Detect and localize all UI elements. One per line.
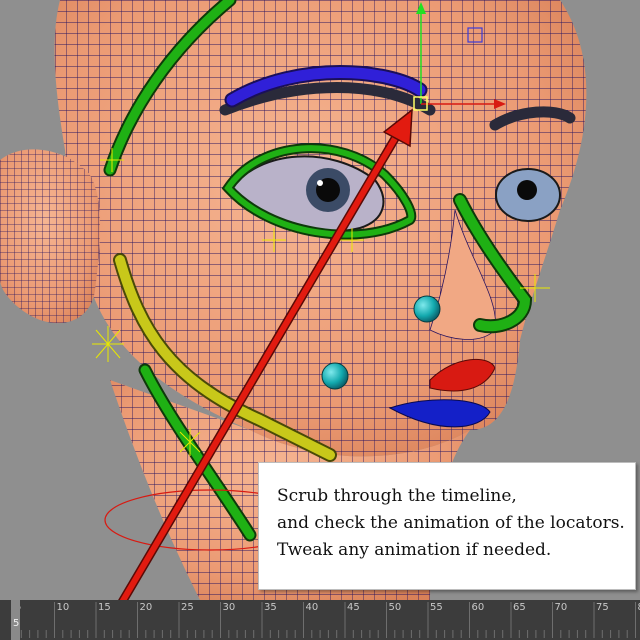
- timeline-tick-label: 50: [388, 602, 402, 613]
- timeline-tick-label: 45: [347, 602, 360, 613]
- timeline-tick-label: 35: [264, 602, 277, 613]
- timeline-tick-label: 30: [222, 602, 236, 613]
- timeline-tick-label: 70: [554, 602, 568, 613]
- timeline-tick-label: 60: [471, 602, 485, 613]
- instruction-line-3: Tweak any animation if needed.: [277, 540, 552, 560]
- maya-viewport-screenshot: Scrub through the timeline, and check th…: [0, 0, 640, 640]
- current-frame-label: 5: [13, 618, 20, 629]
- timeline-tick-label: 55: [430, 602, 443, 613]
- timeline-ticks: [12, 602, 636, 638]
- right-eye: [495, 168, 561, 222]
- timeline-tick-label: 65: [513, 602, 526, 613]
- locator-sphere-icon[interactable]: [413, 295, 441, 323]
- instruction-line-2: and check the animation of the locators.: [277, 513, 625, 533]
- timeline-tick-label: 10: [56, 602, 70, 613]
- instruction-callout: Scrub through the timeline, and check th…: [258, 462, 636, 590]
- timeline-tick-label: 75: [596, 602, 609, 613]
- timeline-tick-label: 40: [305, 602, 319, 613]
- locator-sphere-icon[interactable]: [321, 362, 349, 390]
- timeline-tick-label: 20: [139, 602, 153, 613]
- time-slider[interactable]: 5101520253035404550556065707580: [0, 600, 640, 640]
- instruction-line-1: Scrub through the timeline,: [277, 486, 517, 506]
- timeline-tick-label: 15: [98, 602, 111, 613]
- timeline-tick-label: 25: [181, 602, 194, 613]
